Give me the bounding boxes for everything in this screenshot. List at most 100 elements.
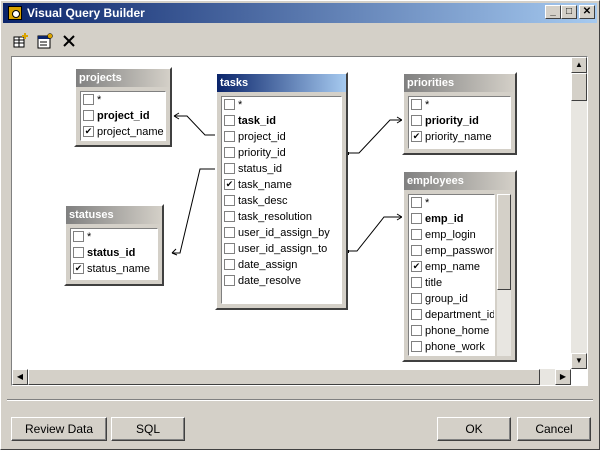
field-checkbox[interactable] bbox=[224, 195, 235, 206]
field-checkbox[interactable] bbox=[224, 99, 235, 110]
field-row[interactable]: * bbox=[222, 97, 341, 113]
horizontal-scroll-thumb[interactable] bbox=[28, 369, 540, 385]
field-checkbox[interactable] bbox=[83, 94, 94, 105]
field-checkbox[interactable] bbox=[411, 293, 422, 304]
field-checkbox[interactable] bbox=[224, 259, 235, 270]
vertical-scroll-thumb[interactable] bbox=[571, 73, 587, 101]
field-row[interactable]: user_id_assign_to bbox=[222, 241, 341, 257]
field-row[interactable]: * bbox=[71, 229, 157, 245]
field-row[interactable]: user_id_assign_by bbox=[222, 225, 341, 241]
field-checkbox[interactable] bbox=[224, 243, 235, 254]
field-row[interactable]: phone_work bbox=[409, 339, 494, 355]
field-checkbox[interactable] bbox=[411, 277, 422, 288]
field-checkbox[interactable]: ✔ bbox=[83, 126, 94, 137]
field-checkbox[interactable] bbox=[224, 163, 235, 174]
field-row[interactable]: phone_cell bbox=[409, 355, 494, 356]
field-checkbox[interactable] bbox=[224, 131, 235, 142]
field-checkbox[interactable] bbox=[411, 341, 422, 352]
field-checkbox[interactable] bbox=[224, 227, 235, 238]
title-bar[interactable]: Visual Query Builder _ □ ✕ bbox=[3, 3, 597, 23]
minimize-button[interactable]: _ bbox=[545, 5, 561, 19]
field-row[interactable]: task_id bbox=[222, 113, 341, 129]
table-header[interactable]: tasks bbox=[217, 74, 346, 92]
diagram-canvas[interactable]: projects * project_id ✔ project_name status… bbox=[11, 56, 588, 386]
delete-icon[interactable] bbox=[59, 31, 79, 51]
close-button[interactable]: ✕ bbox=[579, 5, 595, 19]
scroll-right-button[interactable]: ▶ bbox=[555, 369, 571, 385]
field-row[interactable]: status_id bbox=[222, 161, 341, 177]
field-checkbox[interactable] bbox=[411, 309, 422, 320]
field-checkbox[interactable] bbox=[411, 99, 422, 110]
field-checkbox[interactable]: ✔ bbox=[224, 179, 235, 190]
field-row[interactable]: task_resolution bbox=[222, 209, 341, 225]
scroll-up-button[interactable]: ▲ bbox=[571, 57, 587, 73]
field-name: title bbox=[425, 277, 443, 289]
field-row[interactable]: status_id bbox=[71, 245, 157, 261]
field-checkbox[interactable]: ✔ bbox=[73, 263, 84, 274]
table-tasks[interactable]: tasks * task_id project_id priority_id statu… bbox=[215, 72, 348, 310]
table-priorities[interactable]: priorities * priority_id ✔ priority_name bbox=[402, 72, 517, 155]
scroll-left-button[interactable]: ◀ bbox=[12, 369, 28, 385]
field-checkbox[interactable] bbox=[411, 229, 422, 240]
properties-icon[interactable] bbox=[35, 31, 55, 51]
field-row[interactable]: * bbox=[409, 97, 510, 113]
employees-scrollbar[interactable] bbox=[497, 194, 511, 356]
field-row[interactable]: ✔ task_name bbox=[222, 177, 341, 193]
sql-button[interactable]: SQL bbox=[111, 417, 185, 441]
field-row[interactable]: * bbox=[409, 195, 494, 211]
field-checkbox[interactable] bbox=[73, 231, 84, 242]
field-checkbox[interactable] bbox=[411, 325, 422, 336]
field-row[interactable]: project_id bbox=[81, 108, 165, 124]
field-row[interactable]: department_id bbox=[409, 307, 494, 323]
field-row[interactable]: emp_password bbox=[409, 243, 494, 259]
field-row[interactable]: ✔ project_name bbox=[81, 124, 165, 140]
field-row[interactable]: emp_login bbox=[409, 227, 494, 243]
field-checkbox[interactable] bbox=[224, 275, 235, 286]
table-header[interactable]: priorities bbox=[404, 74, 515, 92]
field-row[interactable]: group_id bbox=[409, 291, 494, 307]
field-checkbox[interactable] bbox=[224, 211, 235, 222]
table-projects[interactable]: projects * project_id ✔ project_name bbox=[74, 67, 172, 147]
canvas-horizontal-scrollbar[interactable]: ◀ ▶ bbox=[12, 369, 571, 385]
field-checkbox[interactable]: ✔ bbox=[411, 131, 422, 142]
field-checkbox[interactable] bbox=[224, 115, 235, 126]
table-header[interactable]: projects bbox=[76, 69, 170, 87]
field-checkbox[interactable] bbox=[411, 213, 422, 224]
field-checkbox[interactable] bbox=[224, 147, 235, 158]
ok-button[interactable]: OK bbox=[437, 417, 511, 441]
field-row[interactable]: priority_id bbox=[222, 145, 341, 161]
table-employees[interactable]: employees * emp_id emp_login emp_password ✔ e… bbox=[402, 170, 517, 362]
field-row[interactable]: ✔ emp_name bbox=[409, 259, 494, 275]
field-name: date_resolve bbox=[238, 275, 301, 287]
field-checkbox[interactable] bbox=[83, 110, 94, 121]
table-statuses[interactable]: statuses * status_id ✔ status_name bbox=[64, 204, 164, 286]
field-row[interactable]: emp_id bbox=[409, 211, 494, 227]
canvas-vertical-scrollbar[interactable]: ▲ ▼ bbox=[571, 57, 587, 369]
field-checkbox[interactable] bbox=[411, 197, 422, 208]
field-checkbox[interactable]: ✔ bbox=[411, 261, 422, 272]
field-row[interactable]: date_assign bbox=[222, 257, 341, 273]
scroll-thumb[interactable] bbox=[497, 194, 511, 290]
field-row[interactable]: priority_id bbox=[409, 113, 510, 129]
maximize-button[interactable]: □ bbox=[561, 5, 577, 19]
table-header[interactable]: statuses bbox=[66, 206, 162, 224]
field-checkbox[interactable] bbox=[411, 245, 422, 256]
field-row[interactable]: date_resolve bbox=[222, 273, 341, 289]
field-row[interactable]: title bbox=[409, 275, 494, 291]
field-checkbox[interactable] bbox=[411, 115, 422, 126]
field-row[interactable]: ✔ priority_name bbox=[409, 129, 510, 145]
field-row[interactable]: ✔ status_name bbox=[71, 261, 157, 277]
field-row[interactable]: phone_home bbox=[409, 323, 494, 339]
review-data-button[interactable]: Review Data bbox=[11, 417, 107, 441]
cancel-button[interactable]: Cancel bbox=[517, 417, 591, 441]
field-row[interactable]: task_desc bbox=[222, 193, 341, 209]
table-header[interactable]: employees bbox=[404, 172, 515, 190]
field-checkbox[interactable] bbox=[73, 247, 84, 258]
field-name: * bbox=[425, 197, 430, 209]
field-name: phone_work bbox=[425, 341, 485, 353]
field-row[interactable]: * bbox=[81, 92, 165, 108]
scroll-down-button[interactable]: ▼ bbox=[571, 353, 587, 369]
field-row[interactable]: project_id bbox=[222, 129, 341, 145]
add-table-icon[interactable] bbox=[11, 31, 31, 51]
field-name: project_id bbox=[238, 131, 286, 143]
